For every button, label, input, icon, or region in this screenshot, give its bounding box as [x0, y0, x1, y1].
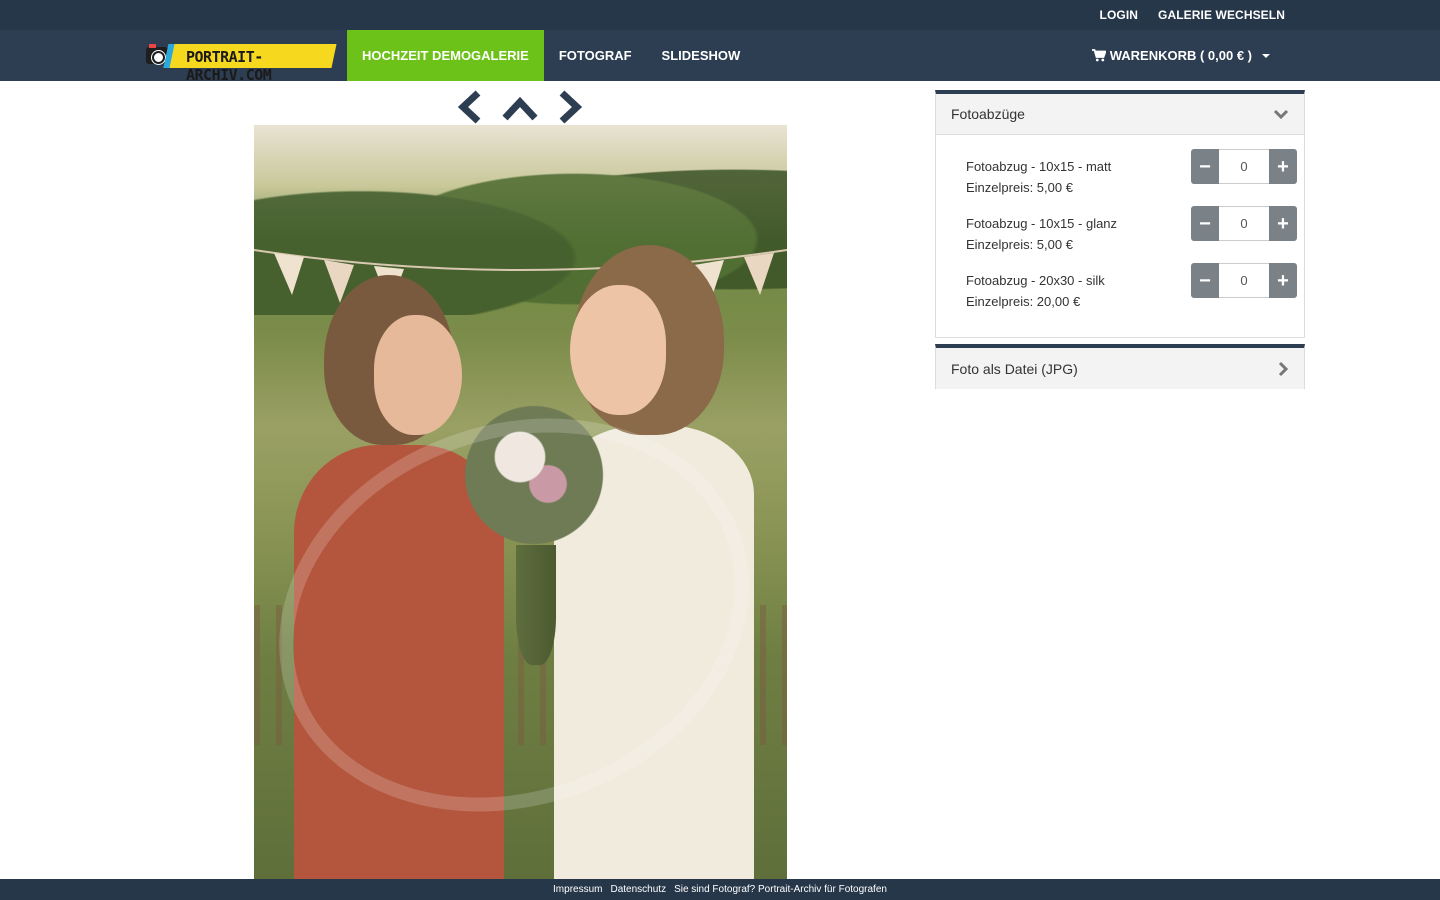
print-option-price: Einzelpreis: 5,00 € [966, 180, 1073, 195]
quantity-stepper: − + [1191, 149, 1297, 184]
chevron-left-icon[interactable] [452, 90, 486, 124]
print-option-name: Fotoabzug - 10x15 - glanz [966, 216, 1118, 231]
chevron-up-icon[interactable] [502, 90, 538, 124]
photographer-link[interactable]: Sie sind Fotograf? Portrait-Archiv für F… [674, 884, 887, 895]
cart-label: WARENKORB ( 0,00 € ) [1109, 48, 1252, 63]
caret-down-icon [1262, 53, 1270, 58]
print-option-name: Fotoabzug - 10x15 - matt [966, 159, 1112, 174]
switch-gallery-link[interactable]: GALERIE WECHSELN [1158, 8, 1285, 22]
top-bar: LOGIN GALERIE WECHSELN [0, 0, 1440, 30]
top-links: LOGIN GALERIE WECHSELN [1100, 0, 1285, 30]
print-option-price: Einzelpreis: 20,00 € [966, 294, 1081, 309]
gallery-photo[interactable] [254, 125, 787, 879]
decrease-button[interactable]: − [1191, 206, 1219, 241]
prints-panel-title: Fotoabzüge [951, 106, 1025, 122]
impressum-link[interactable]: Impressum [553, 884, 602, 895]
decrease-button[interactable]: − [1191, 263, 1219, 298]
site-logo[interactable]: PORTRAIT-ARCHIV.COM [146, 40, 337, 84]
login-link[interactable]: LOGIN [1100, 8, 1139, 22]
nav-item-slideshow[interactable]: SLIDESHOW [647, 30, 756, 81]
main-navbar: PORTRAIT-ARCHIV.COM HOCHZEIT DEMOGALERIE… [0, 30, 1440, 84]
footer: Impressum Datenschutz Sie sind Fotograf?… [0, 879, 1440, 900]
file-download-panel: Foto als Datei (JPG) [935, 344, 1305, 389]
cart-dropdown[interactable]: WARENKORB ( 0,00 € ) [1091, 30, 1270, 81]
print-option-name: Fotoabzug - 20x30 - silk [966, 273, 1105, 288]
photo-navigation [450, 90, 590, 126]
main-nav: HOCHZEIT DEMOGALERIE FOTOGRAF SLIDESHOW [347, 30, 755, 81]
increase-button[interactable]: + [1269, 263, 1297, 298]
quantity-stepper: − + [1191, 206, 1297, 241]
cart-icon [1091, 49, 1106, 62]
chevron-right-icon[interactable] [554, 90, 588, 124]
prints-panel-header[interactable]: Fotoabzüge [936, 94, 1304, 135]
print-option: Fotoabzug - 10x15 - glanz Einzelpreis: 5… [966, 206, 1297, 257]
quantity-input[interactable] [1219, 263, 1269, 298]
quantity-input[interactable] [1219, 149, 1269, 184]
print-option: Fotoabzug - 10x15 - matt Einzelpreis: 5,… [966, 149, 1297, 200]
decrease-button[interactable]: − [1191, 149, 1219, 184]
nav-item-fotograf[interactable]: FOTOGRAF [544, 30, 647, 81]
print-option-price: Einzelpreis: 5,00 € [966, 237, 1073, 252]
quantity-input[interactable] [1219, 206, 1269, 241]
file-panel-title: Foto als Datei (JPG) [951, 360, 1078, 377]
logo-text: PORTRAIT-ARCHIV.COM [186, 48, 272, 84]
increase-button[interactable]: + [1269, 149, 1297, 184]
prints-panel: Fotoabzüge Fotoabzug - 10x15 - matt Einz… [935, 90, 1305, 338]
chevron-right-icon [1278, 361, 1289, 376]
print-option: Fotoabzug - 20x30 - silk Einzelpreis: 20… [966, 263, 1297, 314]
datenschutz-link[interactable]: Datenschutz [610, 884, 666, 895]
file-panel-header[interactable]: Foto als Datei (JPG) [936, 348, 1304, 389]
chevron-down-icon [1273, 109, 1289, 120]
nav-item-hochzeit-demogalerie[interactable]: HOCHZEIT DEMOGALERIE [347, 30, 544, 81]
quantity-stepper: − + [1191, 263, 1297, 298]
increase-button[interactable]: + [1269, 206, 1297, 241]
